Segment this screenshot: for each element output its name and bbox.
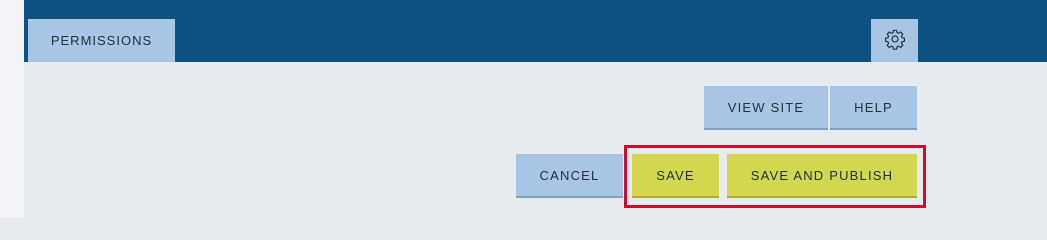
left-panel-edge [0,0,24,218]
top-navigation-bar: PERMISSIONS [24,0,1047,62]
gear-icon [884,28,906,53]
view-site-button[interactable]: VIEW SITE [704,86,828,130]
cancel-button[interactable]: CANCEL [516,154,623,198]
tab-permissions[interactable]: PERMISSIONS [28,19,175,62]
settings-button[interactable] [871,19,918,62]
help-button[interactable]: HELP [830,86,917,130]
save-button[interactable]: SAVE [632,154,719,198]
save-and-publish-button[interactable]: SAVE AND PUBLISH [727,154,917,198]
tab-permissions-label: PERMISSIONS [50,33,153,48]
